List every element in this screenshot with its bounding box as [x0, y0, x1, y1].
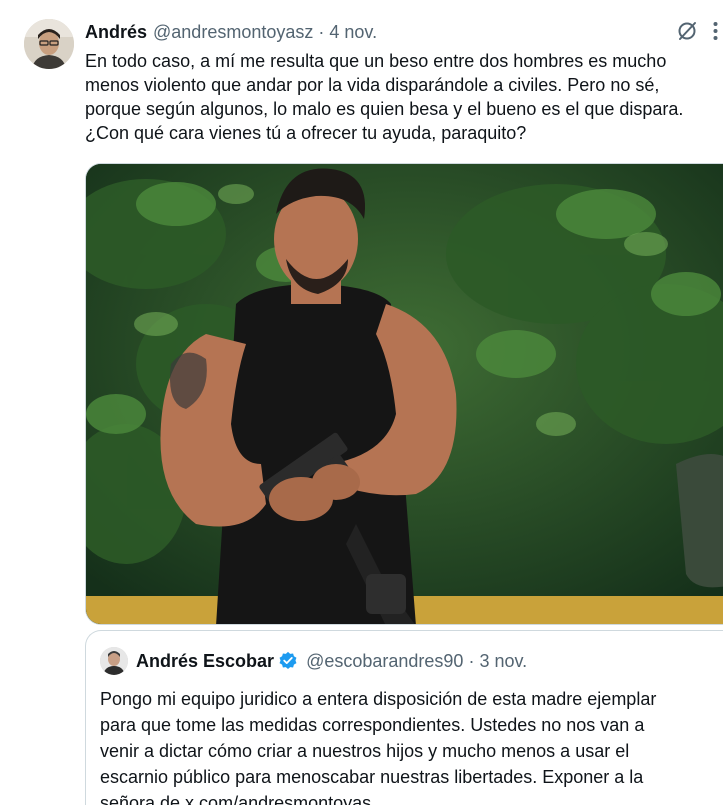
avatar-photo-icon: [100, 647, 128, 675]
quoted-tweet-date[interactable]: 3 nov.: [479, 651, 527, 672]
separator-dot: ·: [318, 21, 325, 42]
quoted-author-avatar[interactable]: [100, 647, 128, 675]
quoted-tweet-header: Andrés Escobar @escobarandres90 · 3 nov.: [136, 648, 723, 674]
tweet-text-line: porque según algunos, lo malo es quien b…: [85, 99, 684, 119]
quoted-text-line: para que tome las medidas correspondient…: [100, 715, 645, 735]
author-handle[interactable]: @andresmontoyasz: [153, 22, 313, 43]
tweet-text: En todo caso, a mí me resulta que un bes…: [85, 49, 721, 145]
tweet-text-line: ¿Con qué cara vienes tú a ofrecer tu ayu…: [85, 123, 527, 143]
quoted-text-line: venir a dictar cómo criar a nuestros hij…: [100, 741, 630, 761]
tweet-media-image[interactable]: [85, 163, 723, 625]
tweet-date[interactable]: 4 nov.: [329, 22, 377, 43]
photo-man-with-gun: [86, 164, 723, 624]
quoted-tweet-text: Pongo mi equipo juridico a entera dispos…: [100, 686, 723, 805]
tweet-text-line: En todo caso, a mí me resulta que un bes…: [85, 51, 667, 71]
quoted-tweet[interactable]: Andrés Escobar @escobarandres90 · 3 nov.…: [85, 630, 723, 805]
tweet-header: Andrés @andresmontoyasz · 4 nov.: [85, 19, 723, 45]
verified-badge-icon: [279, 651, 297, 669]
quoted-author-name[interactable]: Andrés Escobar: [136, 651, 274, 672]
tweet[interactable]: Andrés @andresmontoyasz · 4 nov. En todo…: [0, 0, 723, 805]
quoted-text-line: escarnio público para menoscabar nuestra…: [100, 767, 644, 787]
more-vertical-icon: [713, 22, 718, 40]
avatar-photo-icon: [24, 19, 74, 69]
author-avatar[interactable]: [24, 19, 74, 69]
more-button[interactable]: [708, 20, 723, 42]
quoted-text-line: Pongo mi equipo juridico a entera dispos…: [100, 689, 657, 709]
tweet-text-line: menos violento que andar por la vida dis…: [85, 75, 660, 95]
separator-dot: ·: [468, 650, 475, 671]
quoted-text-line: señora de x.com/andresmontoyas...: [100, 793, 387, 805]
grok-icon: [678, 22, 696, 40]
author-name[interactable]: Andrés: [85, 22, 147, 43]
grok-button[interactable]: [676, 20, 698, 42]
quoted-author-handle[interactable]: @escobarandres90: [306, 651, 463, 672]
